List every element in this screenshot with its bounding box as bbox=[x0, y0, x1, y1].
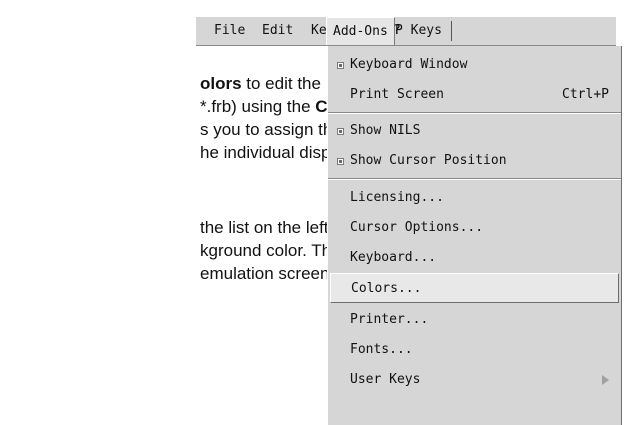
menu-divider bbox=[328, 112, 621, 114]
submenu-arrow-icon bbox=[602, 375, 609, 385]
checkbox-icon bbox=[337, 62, 344, 69]
menu-item-label: Printer... bbox=[350, 312, 429, 327]
menu-item-label: Show Cursor Position bbox=[350, 153, 507, 168]
menu-edit[interactable]: Edit bbox=[262, 17, 293, 45]
menu-item-label: Print Screen bbox=[350, 87, 444, 102]
menu-p-keys[interactable]: P Keys bbox=[395, 17, 442, 45]
menu-item-label: Colors... bbox=[351, 281, 422, 296]
doc-line-7: emulation screen. bbox=[200, 264, 335, 283]
menu-item-label: Licensing... bbox=[350, 190, 444, 205]
menu-file[interactable]: File bbox=[214, 17, 245, 45]
menu-item-label: Keyboard... bbox=[350, 250, 437, 265]
checkbox-icon bbox=[337, 158, 344, 165]
doc-line-3: s you to assign the bbox=[200, 120, 342, 139]
doc-line-6: kground color. The bbox=[200, 241, 341, 260]
menu-item-user-keys[interactable]: User Keys bbox=[328, 365, 621, 395]
menu-item-label: Show NILS bbox=[350, 123, 421, 138]
menu-add-ons-label: Add-Ons bbox=[333, 24, 388, 39]
menu-item-cursor-options[interactable]: Cursor Options... bbox=[328, 213, 621, 243]
menu-item-printer[interactable]: Printer... bbox=[328, 305, 621, 335]
menu-item-fonts[interactable]: Fonts... bbox=[328, 335, 621, 365]
doc-line-1: olors to edit the bbox=[200, 72, 321, 95]
menu-item-label: User Keys bbox=[350, 372, 421, 387]
menu-item-label: Keyboard Window bbox=[350, 57, 468, 72]
menu-add-ons[interactable]: Add-Ons bbox=[326, 17, 395, 45]
menu-item-licensing[interactable]: Licensing... bbox=[328, 183, 621, 213]
menu-item-label: Cursor Options... bbox=[350, 220, 484, 235]
menu-item-print-screen[interactable]: Print Screen Ctrl+P bbox=[328, 80, 621, 110]
checkbox-icon bbox=[337, 128, 344, 135]
menu-item-label: Fonts... bbox=[350, 342, 413, 357]
menu-item-colors[interactable]: Colors... bbox=[330, 273, 619, 303]
shortcut-label: Ctrl+P bbox=[562, 87, 609, 102]
menu-help-label: ? bbox=[393, 23, 401, 38]
menu-bar: File Edit Keyboard P Keys Add-Ons ? bbox=[196, 17, 616, 46]
add-ons-dropdown: Keyboard Window Print Screen Ctrl+P Show… bbox=[327, 46, 622, 425]
menu-p-keys-label: P Keys bbox=[395, 23, 442, 38]
doc-line-2-text: *.frb) using the bbox=[200, 97, 316, 116]
menu-item-keyboard[interactable]: Keyboard... bbox=[328, 243, 621, 273]
doc-line-1-bold: olors bbox=[200, 74, 242, 93]
menu-help[interactable]: ? bbox=[393, 17, 401, 45]
menu-file-label: File bbox=[214, 23, 246, 38]
menu-edit-label: Edit bbox=[262, 23, 294, 38]
menu-divider bbox=[328, 178, 621, 180]
menu-item-show-nils[interactable]: Show NILS bbox=[328, 116, 621, 146]
menu-item-keyboard-window[interactable]: Keyboard Window bbox=[328, 50, 621, 80]
menu-separator bbox=[451, 21, 452, 41]
menu-item-show-cursor-position[interactable]: Show Cursor Position bbox=[328, 146, 621, 176]
doc-line-1-text: to edit the bbox=[241, 74, 321, 93]
